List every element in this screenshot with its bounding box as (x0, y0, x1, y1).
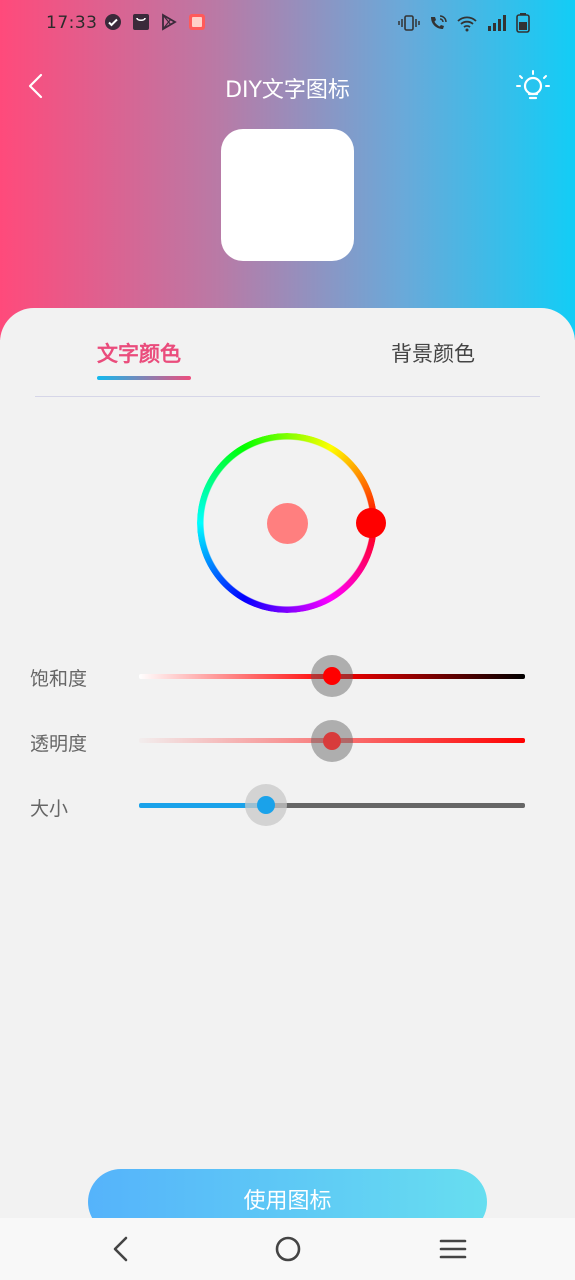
shopping-bag-icon (133, 14, 149, 30)
size-track[interactable] (139, 803, 525, 808)
opacity-thumb-dot (323, 732, 341, 750)
opacity-label: 透明度 (30, 733, 88, 755)
size-thumb-dot (257, 796, 276, 814)
system-status-icons (398, 13, 530, 33)
vibrate-icon (398, 15, 420, 31)
nav-home-button[interactable] (273, 1234, 303, 1264)
saturation-thumb-dot (323, 667, 341, 685)
tab-text-color[interactable]: 文字颜色 (97, 338, 181, 368)
color-wheel[interactable] (197, 433, 386, 613)
nav-back-button[interactable] (106, 1234, 136, 1264)
saturation-label: 饱和度 (30, 668, 88, 690)
saturation-thumb[interactable] (311, 655, 353, 697)
menu-icon (439, 1239, 467, 1259)
nav-menu-button[interactable] (438, 1234, 468, 1264)
play-store-icon (162, 13, 177, 31)
wifi-icon (457, 16, 477, 32)
selected-color-preview (267, 503, 308, 544)
cell-signal-icon (488, 15, 506, 31)
notification-icons (104, 13, 206, 31)
back-icon (113, 1236, 128, 1262)
battery-icon (516, 13, 530, 33)
active-tab-indicator (97, 376, 191, 380)
lightbulb-icon (516, 70, 550, 100)
home-icon (275, 1236, 301, 1262)
app-badge-icon (189, 14, 205, 30)
status-bar: 17:33 (0, 0, 575, 48)
tab-background-color[interactable]: 背景颜色 (391, 338, 475, 368)
status-time: 17:33 (46, 13, 98, 33)
check-circle-icon (105, 14, 121, 30)
page-title: DIY文字图标 (225, 78, 350, 103)
icon-preview (221, 129, 354, 261)
hue-handle[interactable] (356, 508, 386, 538)
tabs-divider (35, 396, 540, 397)
wifi-calling-icon (431, 15, 447, 29)
lightbulb-button[interactable] (514, 68, 552, 106)
opacity-thumb[interactable] (311, 720, 353, 762)
size-label: 大小 (30, 798, 69, 820)
